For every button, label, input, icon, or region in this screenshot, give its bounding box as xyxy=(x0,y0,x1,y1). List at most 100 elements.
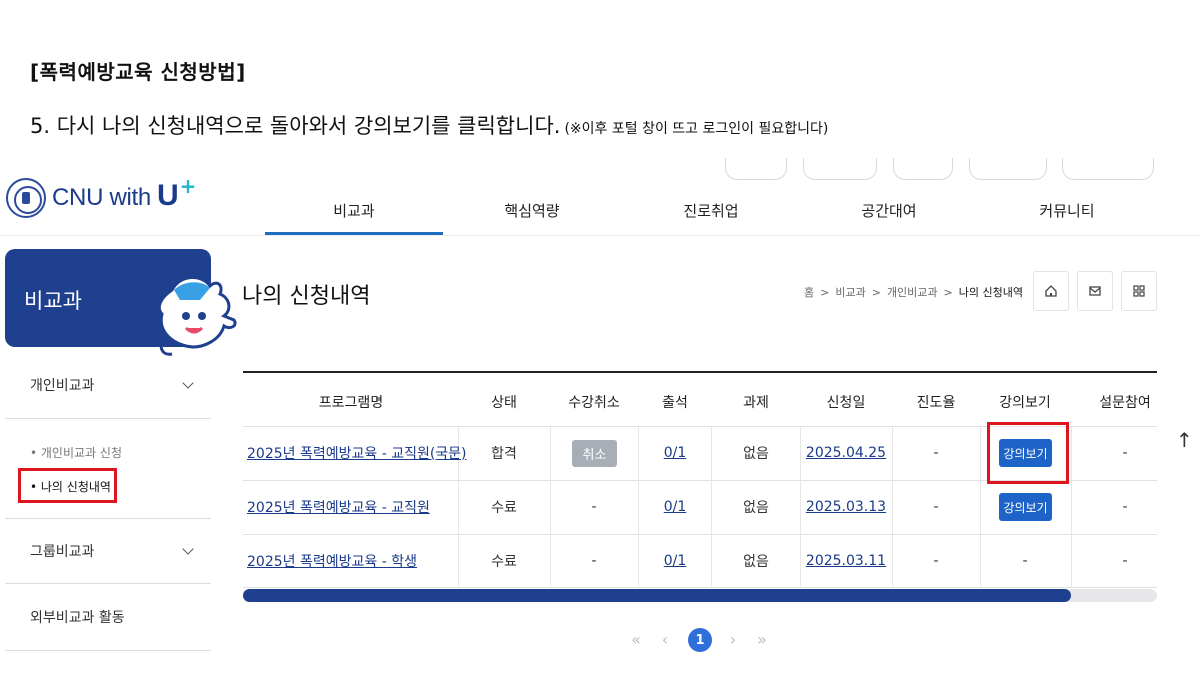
program-link[interactable]: 2025년 폭력예방교육 - 교직원 xyxy=(247,497,430,517)
col-header-attendance: 출석 xyxy=(662,395,688,411)
next-page-button[interactable]: › xyxy=(730,630,736,649)
assignment-cell: 없음 xyxy=(743,500,769,516)
instruction-step: 5. 다시 나의 신청내역으로 돌아와서 강의보기를 클릭합니다. (※이후 포털… xyxy=(30,110,828,140)
step-note: (※이후 포털 창이 뜨고 로그인이 필요합니다) xyxy=(564,121,829,137)
apply-date-link[interactable]: 2025.03.13 xyxy=(806,499,886,515)
home-button[interactable] xyxy=(1033,271,1069,311)
instruction-heading: [폭력예방교육 신청방법] xyxy=(30,60,246,84)
col-header-survey: 설문참여 xyxy=(1099,395,1151,411)
lecture-cell: - xyxy=(1022,553,1028,569)
top-utility-button[interactable] xyxy=(1062,158,1154,180)
nav-item-community[interactable]: 커뮤니티 xyxy=(1039,200,1094,221)
page-title: 나의 신청내역 xyxy=(242,284,371,309)
sidebar-subitem-apply[interactable]: • 개인비교과 신청 xyxy=(30,444,122,461)
nav-item-space-rental[interactable]: 공간대여 xyxy=(861,200,916,221)
assignment-cell: 없음 xyxy=(743,554,769,570)
survey-cell: - xyxy=(1122,499,1128,515)
sidebar-divider xyxy=(5,518,211,519)
col-divider xyxy=(1071,427,1072,587)
last-page-button[interactable]: » xyxy=(757,630,767,649)
logo-mark: U xyxy=(156,179,179,212)
breadcrumb-current: 나의 신청내역 xyxy=(958,286,1023,299)
sidebar-item-personal[interactable]: 개인비교과 xyxy=(30,375,94,395)
nav-item-noncurricular[interactable]: 비교과 xyxy=(333,200,374,221)
top-utility-button[interactable] xyxy=(803,158,877,180)
nav-divider xyxy=(0,235,1200,236)
attendance-link[interactable]: 0/1 xyxy=(664,499,687,515)
sidebar-item-external[interactable]: 외부비교과 활동 xyxy=(30,607,125,627)
col-divider xyxy=(892,427,893,587)
highlight-box xyxy=(987,422,1069,484)
col-header-apply-date: 신청일 xyxy=(826,395,866,411)
logo-text: CNU with xyxy=(52,184,151,211)
apply-date-link[interactable]: 2025.03.11 xyxy=(806,553,886,569)
chevron-down-icon[interactable] xyxy=(182,543,194,555)
grid-icon xyxy=(1133,285,1145,297)
sitemap-button[interactable] xyxy=(1121,271,1157,311)
top-utility-button[interactable] xyxy=(725,158,787,180)
breadcrumb-separator: > xyxy=(871,286,881,299)
cancel-cell: - xyxy=(591,553,597,569)
apply-date-link[interactable]: 2025.04.25 xyxy=(806,445,886,461)
col-header-status: 상태 xyxy=(491,395,517,411)
mail-button[interactable] xyxy=(1077,271,1113,311)
col-divider xyxy=(980,427,981,587)
first-page-button[interactable]: « xyxy=(631,630,641,649)
home-icon xyxy=(1045,285,1057,297)
status-cell: 수료 xyxy=(491,500,517,516)
col-header-lecture: 강의보기 xyxy=(999,395,1051,411)
cancel-enrollment-button[interactable]: 취소 xyxy=(572,440,617,467)
chevron-down-icon[interactable] xyxy=(182,377,194,389)
university-seal-icon xyxy=(6,178,46,218)
sidebar-title: 비교과 xyxy=(24,289,82,313)
table-top-border xyxy=(243,371,1157,373)
nav-item-core-competency[interactable]: 핵심역량 xyxy=(504,200,559,221)
nav-item-career[interactable]: 진로취업 xyxy=(683,200,738,221)
status-cell: 수료 xyxy=(491,554,517,570)
program-link[interactable]: 2025년 폭력예방교육 - 학생 xyxy=(247,551,417,571)
survey-cell: - xyxy=(1122,553,1128,569)
breadcrumb-item[interactable]: 개인비교과 xyxy=(887,286,938,299)
col-header-program: 프로그램명 xyxy=(318,395,384,411)
breadcrumb-separator: > xyxy=(943,286,953,299)
logo-plus: + xyxy=(179,174,197,198)
step-text: 5. 다시 나의 신청내역으로 돌아와서 강의보기를 클릭합니다. xyxy=(30,114,561,138)
highlight-box xyxy=(18,468,117,503)
attendance-link[interactable]: 0/1 xyxy=(664,553,687,569)
top-utility-button[interactable] xyxy=(893,158,953,180)
attendance-link[interactable]: 0/1 xyxy=(664,445,687,461)
breadcrumb-separator: > xyxy=(820,286,830,299)
prev-page-button[interactable]: ‹ xyxy=(662,630,668,649)
sidebar-divider xyxy=(5,418,211,419)
mail-icon xyxy=(1089,286,1101,296)
col-divider xyxy=(711,427,712,587)
mascot-icon xyxy=(157,276,237,356)
sidebar-divider xyxy=(5,650,211,651)
col-divider xyxy=(800,427,801,587)
cancel-cell: - xyxy=(591,499,597,515)
row-divider xyxy=(243,534,1157,535)
col-divider xyxy=(638,427,639,587)
site-logo[interactable]: CNU with U + xyxy=(6,174,196,218)
sidebar-divider xyxy=(5,583,211,584)
current-page-button[interactable]: 1 xyxy=(688,628,712,652)
progress-cell: - xyxy=(933,445,939,461)
col-header-progress: 진도율 xyxy=(916,395,956,411)
survey-cell: - xyxy=(1122,445,1128,461)
progress-cell: - xyxy=(933,499,939,515)
scroll-to-top-icon[interactable]: ↑ xyxy=(1176,428,1193,452)
top-utility-button[interactable] xyxy=(969,158,1047,180)
col-header-assignment: 과제 xyxy=(743,395,769,411)
status-cell: 합격 xyxy=(491,446,517,462)
col-divider xyxy=(550,427,551,587)
col-header-cancel: 수강취소 xyxy=(568,395,620,411)
sidebar-item-group[interactable]: 그룹비교과 xyxy=(30,541,94,561)
breadcrumb-item[interactable]: 비교과 xyxy=(835,286,865,299)
breadcrumb-home[interactable]: 홈 xyxy=(804,286,814,299)
row-divider xyxy=(243,587,1157,588)
view-lecture-button[interactable]: 강의보기 xyxy=(999,493,1052,521)
progress-cell: - xyxy=(933,553,939,569)
program-link[interactable]: 2025년 폭력예방교육 - 교직원(국문) xyxy=(247,443,467,463)
table-scrollbar-thumb[interactable] xyxy=(243,589,1071,602)
assignment-cell: 없음 xyxy=(743,446,769,462)
